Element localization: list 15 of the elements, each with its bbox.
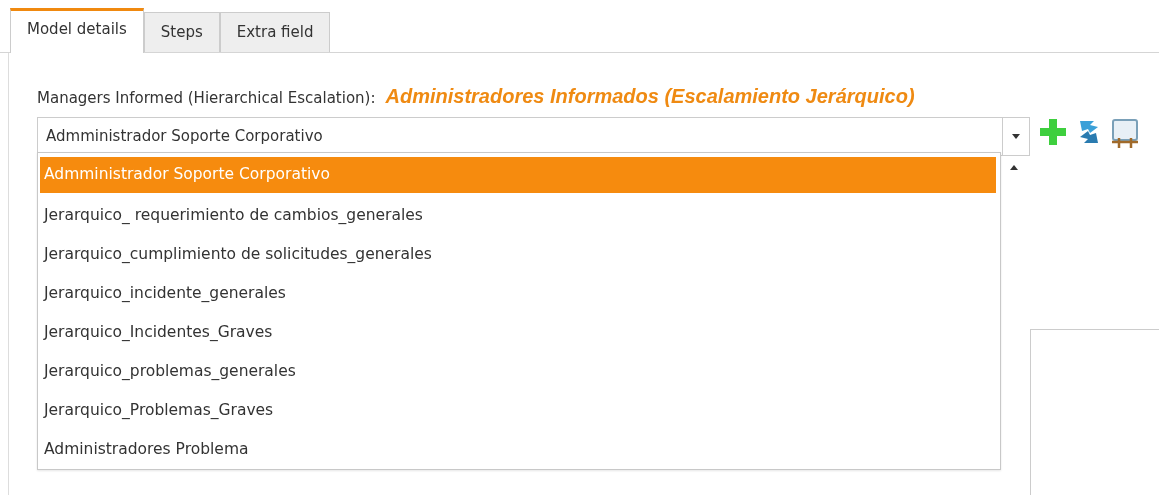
dropdown-option[interactable]: Jerarquico_Incidentes_Graves xyxy=(40,313,996,352)
dropdown-option[interactable]: Jerarquico_problemas_generales xyxy=(40,352,996,391)
scroll-up-icon[interactable] xyxy=(1010,165,1018,170)
dropdown-option[interactable]: Jerarquico_ requerimiento de cambios_generales xyxy=(40,196,996,235)
tab[interactable]: Model details xyxy=(10,8,144,53)
tab[interactable]: Steps xyxy=(143,12,220,52)
translation-annotation: Administradores Informados (Escalamiento Jerárquico) xyxy=(385,84,915,109)
easel-icon[interactable] xyxy=(1110,117,1140,149)
caret-icon xyxy=(1012,134,1020,139)
dropdown-option[interactable]: Administradores Problema xyxy=(40,430,996,469)
dropdown-option[interactable]: Jerarquico_incidente_generales xyxy=(40,274,996,313)
field-label: Managers Informed (Hierarchical Escalation): xyxy=(37,88,376,109)
dropdown-option[interactable]: Jerarquico_Problemas_Graves xyxy=(40,391,996,430)
tab[interactable]: Extra field xyxy=(219,12,331,52)
dropdown-option[interactable]: Jerarquico_cumplimiento de solicitudes_generales xyxy=(40,235,996,274)
